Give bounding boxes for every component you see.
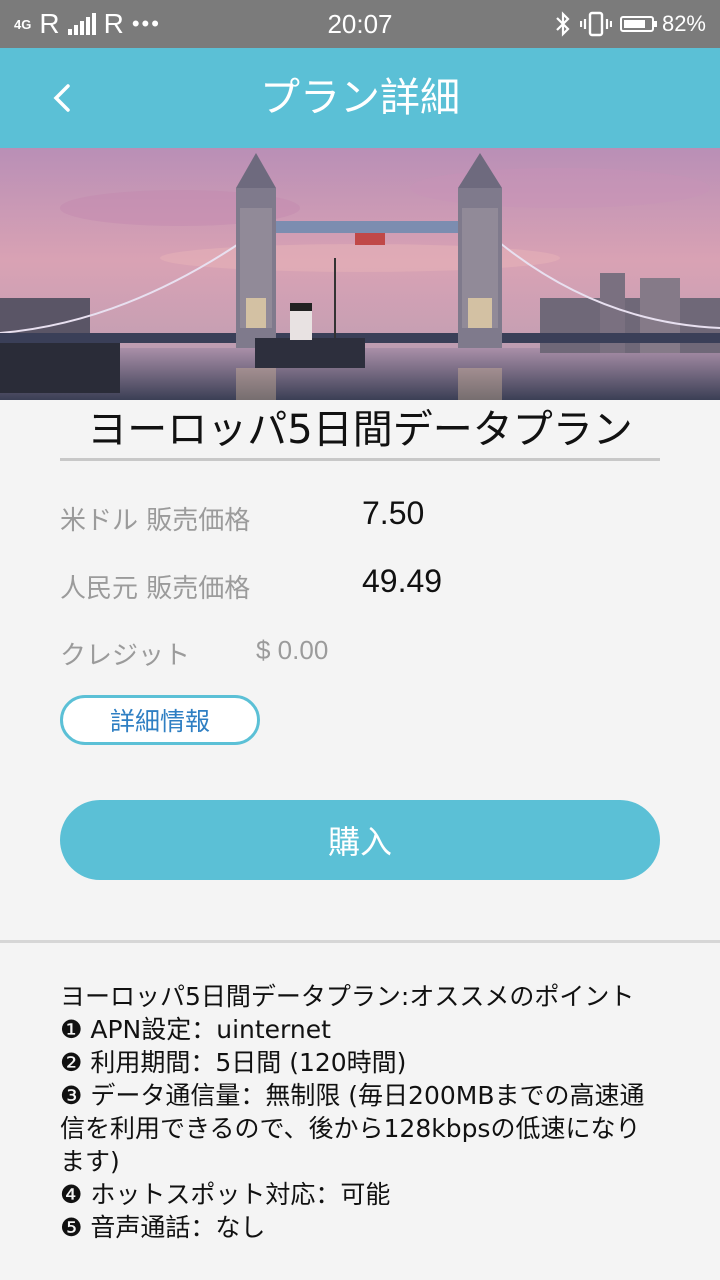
bluetooth-icon — [556, 11, 570, 37]
description-item: ❺ 音声通話：なし — [60, 1213, 266, 1242]
cny-price-label: 人民元 販売価格 — [60, 574, 251, 604]
tower-bridge-image — [0, 148, 720, 400]
detail-info-button[interactable]: 詳細情報 — [60, 695, 260, 745]
description-item: ❹ ホットスポット対応：可能 — [60, 1180, 391, 1209]
status-bar: 4G R R ••• 20:07 82% — [0, 0, 720, 48]
status-right: 82% — [554, 11, 706, 37]
plan-name-underline — [60, 458, 660, 461]
plan-description: ヨーロッパ5日間データプラン:オススメのポイント ❶ APN設定：uintern… — [60, 980, 660, 1244]
description-item: ❷ 利用期間：5日間 (120時間) — [60, 1048, 407, 1077]
roaming-indicator: R — [39, 8, 60, 39]
status-left: 4G R R ••• — [14, 8, 161, 40]
usd-price-value: 7.50 — [362, 495, 425, 531]
plan-hero-image — [0, 148, 720, 400]
description-item: ❸ データ通信量：無制限 (毎日200MBまでの高速通信を利用できるので、後から… — [60, 1081, 645, 1176]
description-item: ❶ APN設定：uinternet — [60, 1015, 331, 1044]
plan-name: ヨーロッパ5日間データプラン — [87, 407, 633, 453]
roaming-indicator-2: R — [103, 8, 124, 39]
section-divider — [0, 940, 720, 943]
usd-price-label: 米ドル 販売価格 — [60, 506, 251, 536]
network-type: 4G — [14, 16, 32, 32]
vibrate-icon — [579, 11, 612, 37]
cny-price-value: 49.49 — [362, 563, 443, 599]
description-heading: ヨーロッパ5日間データプラン:オススメのポイント — [60, 982, 635, 1011]
signal-icon — [67, 13, 96, 35]
more-notifications-icon: ••• — [131, 11, 161, 36]
buy-button[interactable]: 購入 — [60, 800, 660, 880]
credit-label: クレジット — [60, 641, 191, 671]
battery-percent: 82% — [661, 11, 706, 36]
app-header: プラン詳細 — [0, 48, 720, 148]
credit-value: $ 0.00 — [256, 635, 329, 665]
page-title: プラン詳細 — [260, 75, 460, 121]
battery-icon — [619, 16, 657, 32]
